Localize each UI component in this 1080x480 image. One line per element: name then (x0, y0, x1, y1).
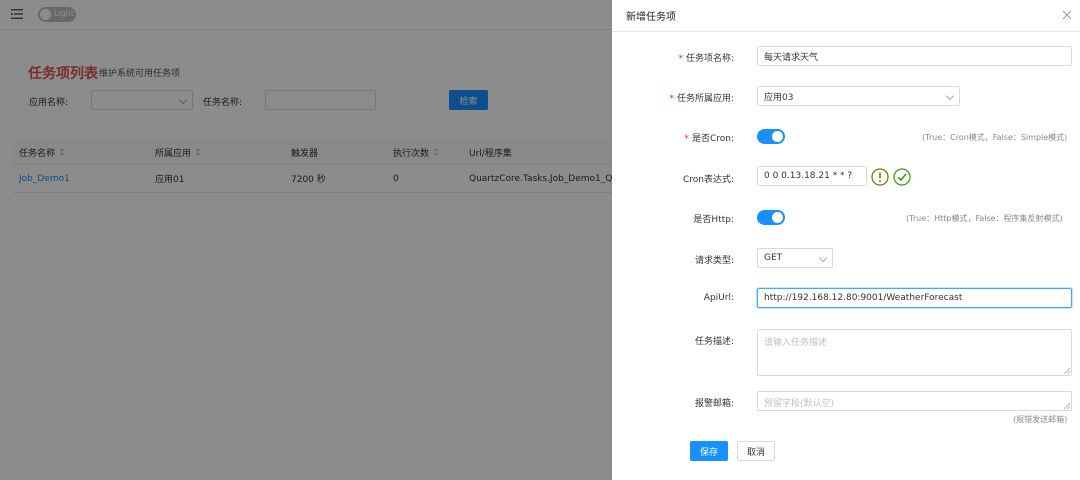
chevron-down-icon (945, 91, 955, 101)
alarm-email-textarea[interactable]: 预留字段(默认空) (757, 391, 1072, 411)
check-circle-icon[interactable] (893, 168, 911, 186)
alarm-email-hint: (报错发送邮箱) (1013, 415, 1068, 424)
is-cron-switch[interactable] (757, 129, 785, 144)
description-textarea[interactable]: 请输入任务描述 (757, 329, 1072, 376)
task-name-input[interactable]: 每天请求天气 (757, 46, 1072, 66)
required-mark: * (684, 134, 689, 144)
is-http-hint: (True：Http模式，False：程序集反射模式) (906, 214, 1063, 223)
task-app-label: * 任务所属应用: (669, 94, 734, 104)
cron-expression-input[interactable]: 0 0 0.13.18.21 * * ? (757, 166, 867, 186)
api-url-label: ApiUrl: (703, 293, 734, 303)
cancel-button[interactable]: 取消 (737, 441, 775, 461)
drawer-title: 新增任务项 (626, 12, 676, 23)
task-app-select[interactable]: 应用03 (757, 86, 960, 106)
is-cron-label: * 是否Cron: (684, 134, 734, 144)
modal-overlay[interactable] (0, 0, 612, 480)
drawer-header: 新增任务项 (612, 0, 1080, 32)
api-url-input[interactable]: http://192.168.12.80:9001/WeatherForecas… (757, 288, 1072, 308)
chevron-down-icon (818, 253, 828, 263)
close-icon[interactable] (1062, 10, 1072, 20)
save-button[interactable]: 保存 (690, 441, 728, 461)
exclamation-circle-icon[interactable] (871, 168, 889, 186)
description-label: 任务描述: (694, 337, 734, 347)
cron-expression-label: Cron表达式: (682, 175, 734, 185)
required-mark: * (669, 94, 674, 104)
switch-knob (772, 212, 783, 223)
alarm-email-label: 报警邮箱: (694, 399, 734, 409)
is-http-label: 是否Http: (693, 215, 734, 225)
resize-handle-icon[interactable] (1064, 403, 1070, 409)
required-mark: * (678, 54, 683, 64)
resize-handle-icon[interactable] (1064, 368, 1070, 374)
is-cron-hint: (True：Cron模式，False：Simple模式) (922, 133, 1068, 142)
request-type-select[interactable]: GET (757, 248, 833, 268)
request-type-label: 请求类型: (694, 256, 734, 266)
is-http-switch[interactable] (757, 210, 785, 225)
task-name-label: * 任务项名称: (678, 54, 734, 64)
switch-knob (772, 131, 783, 142)
